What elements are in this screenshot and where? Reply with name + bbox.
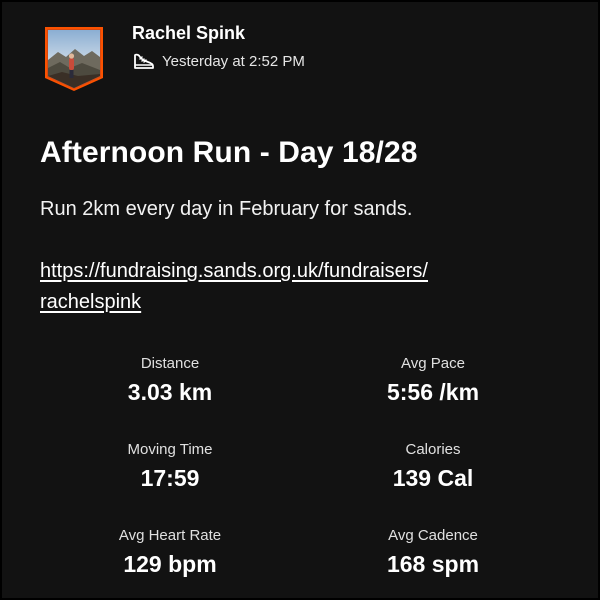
stat-moving-time: Moving Time 17:59 — [40, 440, 300, 492]
activity-title[interactable]: Afternoon Run - Day 18/28 — [40, 136, 418, 170]
activity-header: Rachel Spink Yesterday at 2:52 PM — [42, 20, 305, 92]
avatar-image — [45, 27, 103, 91]
stat-value: 139 Cal — [392, 465, 474, 491]
stat-avg-cadence: Avg Cadence 168 spm — [303, 526, 563, 578]
stat-avg-heart-rate: Avg Heart Rate 129 bpm — [40, 526, 300, 578]
stat-label: Avg Cadence — [388, 527, 478, 544]
stat-distance: Distance 3.03 km — [40, 354, 300, 406]
stat-value: 129 bpm — [123, 551, 217, 577]
stat-label: Moving Time — [127, 441, 213, 458]
activity-meta: Yesterday at 2:52 PM — [132, 51, 305, 71]
activity-description: Run 2km every day in February for sands. — [40, 198, 413, 220]
stat-label: Distance — [140, 355, 200, 372]
stat-label: Avg Pace — [401, 355, 465, 372]
athlete-name[interactable]: Rachel Spink — [132, 22, 305, 44]
stat-avg-pace: Avg Pace 5:56 /km — [303, 354, 563, 406]
stat-calories: Calories 139 Cal — [303, 440, 563, 492]
fundraising-link-line-2[interactable]: rachelspink — [40, 287, 428, 318]
stat-label: Avg Heart Rate — [118, 527, 222, 544]
stat-value: 168 spm — [386, 551, 480, 577]
running-shoe-icon — [132, 51, 156, 71]
fundraising-link[interactable]: https://fundraising.sands.org.uk/fundrai… — [40, 256, 428, 318]
stat-value: 3.03 km — [127, 379, 213, 405]
activity-card: Rachel Spink Yesterday at 2:52 PM Aftern… — [2, 2, 598, 598]
avatar[interactable] — [42, 24, 106, 92]
athlete-info: Rachel Spink Yesterday at 2:52 PM — [132, 22, 305, 71]
stat-label: Calories — [405, 441, 461, 458]
stat-value: 17:59 — [140, 465, 200, 491]
stat-value: 5:56 /km — [386, 379, 480, 405]
activity-timestamp: Yesterday at 2:52 PM — [162, 52, 305, 70]
fundraising-link-line-1[interactable]: https://fundraising.sands.org.uk/fundrai… — [40, 256, 428, 287]
